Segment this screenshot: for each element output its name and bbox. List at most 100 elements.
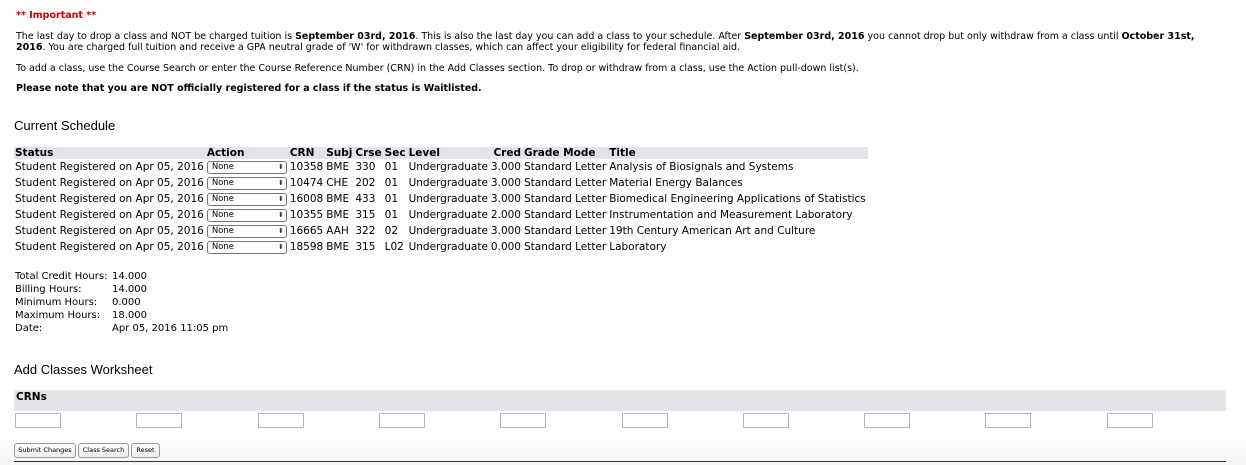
action-cell: None ⬍ (206, 239, 289, 255)
current-schedule-heading: Current Schedule (14, 118, 116, 133)
action-select-value: None (211, 225, 234, 236)
crns-header: CRNs (14, 390, 1226, 411)
cell-cred: 3.000 (490, 225, 521, 237)
cell-grade-mode: Standard Letter (523, 209, 607, 221)
schedule-row: Student Registered on Apr 05, 2016 None ⬍ 1… (14, 223, 868, 239)
action-cell: None ⬍ (206, 159, 289, 175)
cell-crn: 10358 (289, 161, 324, 173)
header-grade-mode: Grade Mode (522, 147, 609, 159)
crn-input[interactable] (378, 413, 425, 428)
schedule-row: Student Registered on Apr 05, 2016 None ⬍ 1… (14, 239, 868, 255)
cell-title: Biomedical Engineering Applications of S… (609, 193, 866, 205)
cell-status: Student Registered on Apr 05, 2016 (15, 209, 204, 221)
action-cell: None ⬍ (206, 207, 289, 223)
schedule-row: Student Registered on Apr 05, 2016 None ⬍ 1… (14, 175, 868, 191)
add-drop-instructions: To add a class, use the Course Search or… (16, 63, 859, 74)
header-crse: Crse (354, 147, 384, 159)
cell-crse: 433 (355, 193, 376, 205)
cell-level: Undergraduate (408, 209, 488, 221)
action-select-value: None (211, 193, 234, 204)
cell-level: Undergraduate (408, 193, 488, 205)
header-action: Action (205, 147, 289, 159)
cell-crse: 322 (355, 225, 376, 237)
header-subj: Subj (325, 147, 355, 159)
action-select[interactable]: None ⬍ (206, 160, 287, 174)
cell-title: Instrumentation and Measurement Laborato… (609, 209, 853, 221)
cell-subj: CHE (326, 177, 349, 189)
crn-input[interactable] (985, 413, 1032, 428)
cell-level: Undergraduate (408, 225, 488, 237)
cell-sec: 01 (384, 209, 399, 221)
waitlist-warning: Please note that you are NOT officially … (16, 83, 482, 94)
header-crn: CRN (288, 147, 326, 159)
important-heading: ** Important ** (16, 10, 97, 21)
crn-input[interactable] (621, 413, 668, 428)
minimum-hours: Minimum Hours: 0.000 (15, 297, 141, 308)
cell-sec: 02 (384, 225, 399, 237)
action-select[interactable]: None ⬍ (206, 240, 287, 254)
cell-cred: 2.000 (490, 209, 521, 221)
header-level: Level (407, 147, 490, 159)
action-cell: None ⬍ (206, 175, 289, 191)
crn-input[interactable] (1106, 413, 1153, 428)
action-cell: None ⬍ (206, 191, 289, 207)
select-arrows-icon: ⬍ (277, 178, 284, 187)
cell-crn: 16665 (289, 225, 324, 237)
cell-cred: 3.000 (490, 161, 521, 173)
cell-cred: 3.000 (490, 177, 521, 189)
cell-status: Student Registered on Apr 05, 2016 (15, 177, 204, 189)
action-select-value: None (211, 241, 234, 252)
action-select-value: None (211, 161, 234, 172)
submit-changes-button[interactable]: Submit Changes (14, 443, 76, 458)
crn-input[interactable] (257, 413, 304, 428)
drop-date: September 03rd, 2016 (295, 31, 416, 42)
current-schedule-table: Status Action CRN Subj Crse Sec Level Cr… (14, 147, 868, 255)
reset-button[interactable]: Reset (131, 443, 160, 458)
action-select-value: None (211, 209, 234, 220)
cell-grade-mode: Standard Letter (523, 193, 607, 205)
crn-input[interactable] (15, 413, 61, 428)
cell-grade-mode: Standard Letter (523, 225, 607, 237)
cell-title: Laboratory (609, 241, 667, 253)
header-title: Title (608, 147, 868, 159)
cell-title: Material Energy Balances (609, 177, 743, 189)
schedule-date: Date: Apr 05, 2016 11:05 pm (15, 323, 229, 334)
cell-crse: 315 (355, 209, 376, 221)
total-credit-hours: Total Credit Hours: 14.000 (15, 271, 147, 282)
cell-level: Undergraduate (408, 177, 488, 189)
cell-crse: 330 (355, 161, 376, 173)
action-select[interactable]: None ⬍ (206, 208, 287, 222)
crn-input[interactable] (500, 413, 547, 428)
select-arrows-icon: ⬍ (277, 194, 284, 203)
crn-input[interactable] (864, 413, 911, 428)
action-select[interactable]: None ⬍ (206, 192, 287, 206)
select-arrows-icon: ⬍ (277, 210, 284, 219)
page-divider (14, 461, 1226, 462)
cell-crn: 10355 (289, 209, 324, 221)
schedule-row: Student Registered on Apr 05, 2016 None ⬍ 1… (14, 191, 868, 207)
cell-crse: 202 (355, 177, 376, 189)
cell-status: Student Registered on Apr 05, 2016 (15, 241, 204, 253)
cell-grade-mode: Standard Letter (523, 241, 607, 253)
cell-crn: 16008 (289, 193, 324, 205)
cell-sec: 01 (384, 193, 399, 205)
cell-crse: 315 (355, 241, 376, 253)
cell-crn: 18598 (289, 241, 324, 253)
cell-cred: 3.000 (490, 193, 521, 205)
class-search-button[interactable]: Class Search (78, 443, 129, 458)
action-select-value: None (211, 177, 234, 188)
schedule-totals: Total Credit Hours: 14.000 Billing Hours:… (15, 270, 228, 335)
add-classes-heading: Add Classes Worksheet (14, 362, 153, 377)
select-arrows-icon: ⬍ (277, 162, 284, 171)
crn-input[interactable] (136, 413, 183, 428)
cell-status: Student Registered on Apr 05, 2016 (15, 193, 204, 205)
crn-input[interactable] (742, 413, 789, 428)
notice-text: . You are charged full tuition and recei… (42, 42, 741, 53)
cell-status: Student Registered on Apr 05, 2016 (15, 161, 204, 173)
cell-subj: AAH (326, 225, 349, 237)
action-select[interactable]: None ⬍ (206, 176, 287, 190)
action-select[interactable]: None ⬍ (206, 224, 287, 238)
notice-text: you cannot drop but only withdraw from a… (864, 31, 1122, 42)
action-cell: None ⬍ (206, 223, 289, 239)
billing-hours: Billing Hours: 14.000 (15, 284, 147, 295)
